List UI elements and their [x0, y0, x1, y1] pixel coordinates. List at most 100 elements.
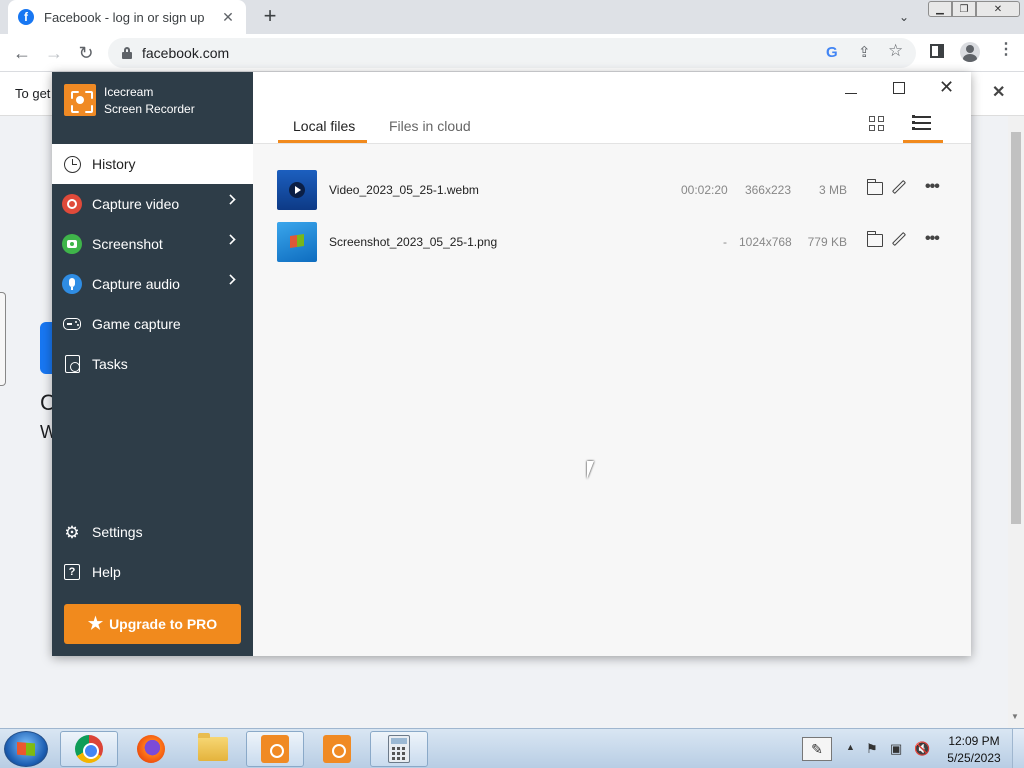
page-scrollbar-thumb[interactable] — [1011, 132, 1021, 524]
file-row[interactable]: Screenshot_2023_05_25-1.png - 1024x768 7… — [277, 220, 953, 264]
chevron-right-icon — [225, 234, 236, 245]
sidebar-item-label: Capture audio — [92, 276, 180, 292]
new-tab-button[interactable]: + — [258, 4, 282, 28]
banner-close-icon[interactable]: ✕ — [992, 82, 1005, 102]
tab-title: Facebook - log in or sign up — [44, 9, 205, 25]
clock-time[interactable]: 12:09 PM — [944, 734, 1004, 748]
sidebar-item-label: Settings — [92, 524, 143, 540]
list-view-icon[interactable] — [912, 115, 931, 131]
share-icon[interactable]: ⇪ — [858, 43, 871, 61]
app-name-line1: Icecream — [104, 85, 154, 99]
forward-arrow-icon[interactable]: → — [42, 41, 66, 65]
more-options-icon[interactable]: ••• — [925, 179, 940, 195]
side-panel-icon[interactable] — [930, 44, 944, 58]
image-thumbnail[interactable] — [277, 222, 317, 262]
microphone-icon — [62, 274, 82, 294]
sidebar-item-label: Screenshot — [92, 236, 163, 252]
browser-toolbar: ← → ↻ facebook.com G ⇪ ☆ ⋮ — [0, 34, 1024, 72]
folder-icon — [198, 733, 228, 761]
chevron-right-icon — [225, 194, 236, 205]
address-bar[interactable]: facebook.com — [108, 38, 916, 68]
sidebar-item-label: History — [92, 156, 136, 172]
open-folder-icon[interactable] — [867, 231, 883, 247]
help-icon: ? — [62, 562, 82, 582]
gear-icon: ⚙ — [64, 522, 80, 542]
kebab-menu-icon[interactable]: ⋮ — [998, 42, 1014, 58]
start-button[interactable] — [4, 731, 48, 767]
record-icon — [62, 194, 82, 214]
sidebar-item-label: Game capture — [92, 316, 181, 332]
google-icon[interactable]: G — [826, 44, 838, 61]
gamepad-icon — [62, 314, 82, 334]
reload-icon[interactable]: ↻ — [74, 41, 98, 65]
file-name[interactable]: Video_2023_05_25-1.webm — [329, 183, 479, 197]
tab-close-icon[interactable]: ✕ — [220, 9, 236, 26]
camera-icon — [62, 234, 82, 254]
upgrade-to-pro-button[interactable]: ★ Upgrade to PRO — [64, 604, 241, 644]
app-minimize-button[interactable] — [843, 82, 859, 98]
app-logo-icon — [64, 84, 96, 116]
star-icon: ★ — [87, 614, 104, 633]
bookmark-star-icon[interactable]: ☆ — [888, 41, 903, 61]
sidebar-item-history[interactable]: History — [52, 144, 253, 184]
side-popup-fragment — [0, 292, 6, 386]
app-name-line2: Screen Recorder — [104, 102, 195, 116]
tab-local-files[interactable]: Local files — [293, 118, 355, 141]
show-desktop-button[interactable] — [1012, 729, 1024, 768]
sidebar-item-tasks[interactable]: Tasks — [52, 344, 253, 384]
action-center-flag-icon[interactable]: ⚑ — [866, 741, 878, 757]
scroll-down-arrow-icon[interactable]: ▼ — [1011, 712, 1019, 721]
tasks-icon — [62, 354, 82, 374]
back-arrow-icon[interactable]: ← — [10, 41, 34, 65]
edit-pencil-icon[interactable] — [891, 231, 907, 247]
app-maximize-button[interactable] — [893, 82, 905, 94]
video-thumbnail[interactable] — [277, 170, 317, 210]
open-folder-icon[interactable] — [867, 179, 883, 195]
active-tab-indicator — [278, 140, 367, 143]
sidebar-item-settings[interactable]: ⚙ Settings — [52, 512, 253, 552]
tab-search-chevron-icon[interactable]: ⌄ — [894, 8, 914, 26]
main-header: ✕ Local files Files in cloud — [253, 72, 971, 144]
clock-icon — [62, 154, 82, 174]
taskbar-icecream-recorder[interactable] — [246, 731, 304, 767]
taskbar-file-explorer[interactable] — [184, 731, 242, 767]
grid-view-icon[interactable] — [869, 116, 887, 132]
lock-icon[interactable] — [122, 47, 132, 59]
file-row[interactable]: Video_2023_05_25-1.webm 00:02:20 366x223… — [277, 168, 953, 212]
app-name: Icecream Screen Recorder — [104, 84, 244, 118]
url-text[interactable]: facebook.com — [142, 45, 229, 61]
pen-input-icon[interactable]: ✎ — [802, 737, 832, 761]
main-panel: ✕ Local files Files in cloud Video_2023_… — [253, 72, 971, 656]
browser-tab[interactable]: f Facebook - log in or sign up ✕ — [8, 0, 246, 34]
tab-files-in-cloud[interactable]: Files in cloud — [389, 118, 471, 141]
sidebar-item-capture-audio[interactable]: Capture audio — [52, 264, 253, 304]
file-duration: 00:02:20 — [681, 183, 728, 197]
file-size: 3 MB — [818, 183, 847, 197]
app-close-button[interactable]: ✕ — [939, 78, 954, 96]
window-close-button[interactable]: ✕ — [976, 1, 1020, 17]
file-name[interactable]: Screenshot_2023_05_25-1.png — [329, 235, 497, 249]
banner-text: To get — [15, 86, 51, 101]
network-icon[interactable]: ▣ — [890, 741, 902, 757]
taskbar-calculator[interactable] — [370, 731, 428, 767]
more-options-icon[interactable]: ••• — [925, 231, 940, 247]
show-hidden-icons-icon[interactable]: ▲ — [846, 742, 855, 752]
sidebar-item-capture-video[interactable]: Capture video — [52, 184, 253, 224]
taskbar-icecream-screenshot[interactable] — [308, 731, 366, 767]
sidebar-item-help[interactable]: ? Help — [52, 552, 253, 592]
edit-pencil-icon[interactable] — [891, 179, 907, 195]
taskbar-chrome[interactable] — [60, 731, 118, 767]
clock-date[interactable]: 5/25/2023 — [944, 751, 1004, 765]
sidebar-item-label: Capture video — [92, 196, 180, 212]
file-duration: - — [723, 235, 727, 249]
sidebar-item-label: Tasks — [92, 356, 128, 372]
window-minimize-button[interactable]: ▁ — [928, 1, 952, 17]
sidebar-item-label: Help — [92, 564, 121, 580]
profile-icon[interactable] — [960, 42, 980, 62]
sidebar-item-screenshot[interactable]: Screenshot — [52, 224, 253, 264]
facebook-favicon-icon: f — [18, 9, 34, 25]
taskbar-firefox[interactable] — [122, 731, 180, 767]
volume-muted-icon[interactable]: 🔇 — [914, 741, 930, 757]
sidebar-item-game-capture[interactable]: Game capture — [52, 304, 253, 344]
window-restore-button[interactable]: ❐ — [952, 1, 976, 17]
